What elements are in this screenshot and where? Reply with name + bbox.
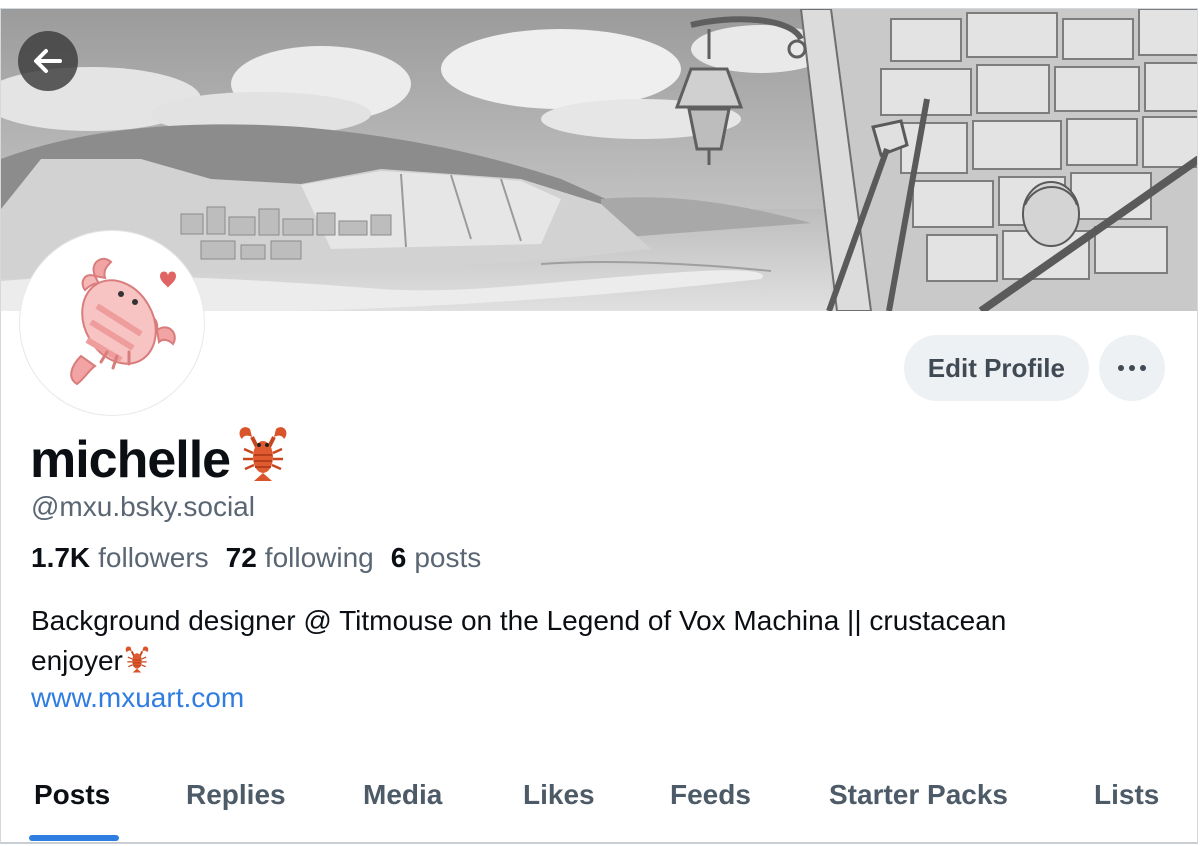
lobster-emoji-icon	[123, 644, 151, 685]
posts-label: posts	[414, 542, 482, 573]
avatar[interactable]	[20, 231, 204, 415]
tab-starter-packs[interactable]: Starter Packs	[829, 779, 1008, 811]
lobster-emoji-icon	[234, 423, 292, 496]
profile-handle: @mxu.bsky.social	[31, 491, 255, 522]
tab-feeds[interactable]: Feeds	[670, 779, 751, 811]
display-name: michelle	[30, 423, 292, 496]
more-options-button[interactable]	[1099, 335, 1165, 401]
bio-line-1: Background designer @ Titmouse on the Le…	[31, 605, 1007, 636]
ellipsis-icon	[1118, 365, 1146, 371]
posts-stat: 6 posts	[391, 542, 482, 574]
profile-stats: 1.7K followers 72 following 6 posts	[31, 542, 481, 574]
profile-tabs: Posts Replies Media Likes Feeds Starter …	[1, 769, 1197, 842]
bio-line-2: enjoyer	[31, 641, 1171, 685]
profile-website-link[interactable]: www.mxuart.com	[31, 682, 244, 714]
edit-profile-button[interactable]: Edit Profile	[903, 335, 1089, 401]
followers-label: followers	[98, 542, 209, 573]
tab-replies[interactable]: Replies	[186, 779, 286, 811]
profile-page: Edit Profile michelle @mxu.bsky.social 1…	[0, 8, 1198, 844]
bio-line-2-text: enjoyer	[31, 645, 123, 676]
following-label: following	[264, 542, 374, 573]
back-button[interactable]	[18, 31, 78, 91]
profile-bio: Background designer @ Titmouse on the Le…	[31, 601, 1171, 685]
followers-stat[interactable]: 1.7K followers	[31, 542, 209, 574]
display-name-text: michelle	[30, 430, 231, 489]
tab-lists[interactable]: Lists	[1094, 779, 1159, 811]
following-count: 72	[225, 542, 257, 573]
tab-likes[interactable]: Likes	[523, 779, 595, 811]
posts-count: 6	[390, 542, 407, 573]
arrow-left-icon	[34, 49, 62, 73]
tab-posts[interactable]: Posts	[34, 779, 110, 811]
profile-actions: Edit Profile	[903, 335, 1165, 401]
tab-media[interactable]: Media	[363, 779, 442, 811]
followers-count: 1.7K	[31, 542, 91, 573]
following-stat[interactable]: 72 following	[226, 542, 374, 574]
active-tab-indicator	[29, 835, 119, 841]
lobster-avatar-illustration	[70, 257, 176, 386]
